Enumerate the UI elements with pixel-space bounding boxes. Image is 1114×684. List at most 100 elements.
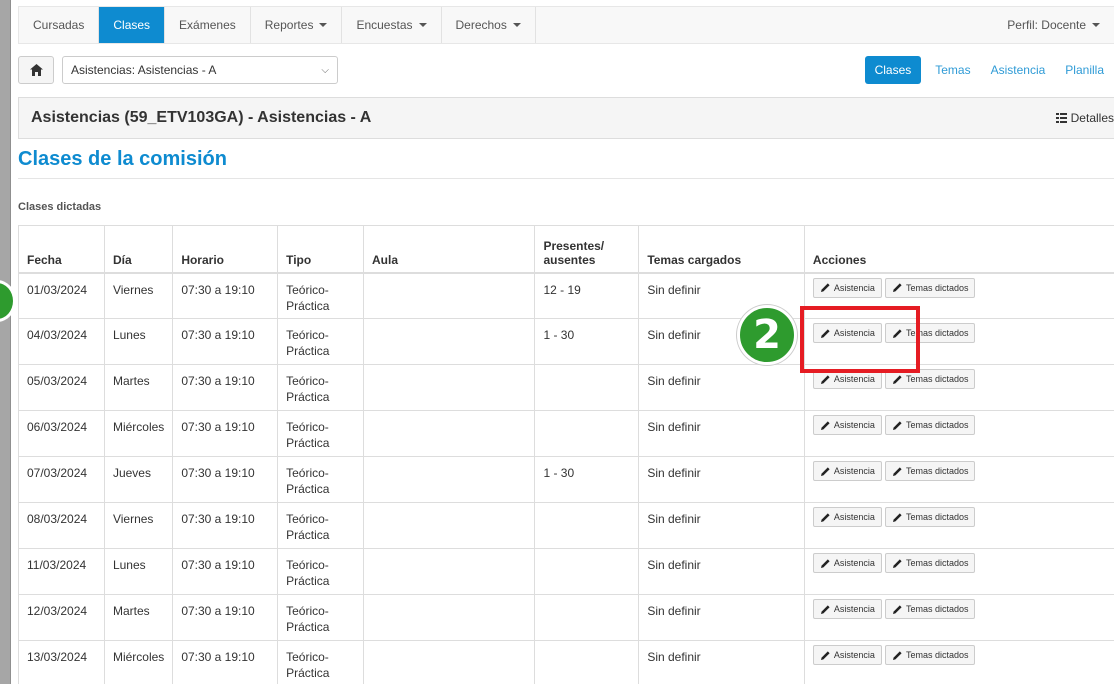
temas-dictados-button[interactable]: Temas dictados: [884, 277, 976, 298]
cell-horario: 07:30 a 19:10: [172, 456, 279, 503]
cell-dia: Martes: [103, 364, 174, 411]
pencil-icon: [892, 420, 902, 430]
tipo-line1: Teórico-: [286, 512, 329, 526]
cell-acciones: Asistencia Temas dictados: [803, 548, 1114, 595]
tipo-line2: Práctica: [286, 390, 330, 404]
asistencia-button[interactable]: Asistencia: [812, 553, 882, 573]
tipo-line1: Teórico-: [286, 420, 329, 434]
cell-presentes: [534, 640, 640, 684]
temas-dictados-label: Temas dictados: [905, 282, 969, 293]
caret-down-icon: [512, 23, 521, 27]
cell-presentes: 1 - 30: [534, 318, 640, 365]
details-label: Detalles: [1070, 111, 1114, 125]
temas-dictados-label: Temas dictados: [905, 420, 969, 430]
tipo-line2: Práctica: [286, 298, 330, 313]
tipo-line1: Teórico-: [286, 604, 329, 618]
pencil-icon: [820, 374, 830, 384]
cell-tipo: Teórico- Práctica: [277, 594, 364, 641]
tipo-line2: Práctica: [286, 482, 330, 496]
tab-planilla[interactable]: Planilla: [1055, 56, 1114, 84]
panel-heading: Asistencias (59_ETV103GA) - Asistencias …: [18, 97, 1114, 139]
section-title: Clases de la comisión: [18, 148, 227, 170]
pencil-icon: [892, 466, 902, 476]
header-temas: Temas cargados: [638, 225, 805, 274]
caret-down-icon: [319, 23, 328, 27]
cell-presentes: [534, 502, 640, 549]
profile-menu[interactable]: Perfil: Docente: [993, 7, 1114, 43]
left-edge-strip: [0, 0, 11, 684]
pencil-icon: [892, 283, 902, 292]
cell-horario: 07:30 a 19:10: [172, 318, 279, 365]
cell-horario: 07:30 a 19:10: [172, 364, 279, 411]
cell-tipo: Teórico- Práctica: [277, 502, 364, 549]
cell-horario: 07:30 a 19:10: [172, 640, 279, 684]
cell-dia: Viernes: [103, 272, 174, 319]
temas-dictados-button[interactable]: Temas dictados: [884, 415, 976, 435]
cell-aula: [362, 456, 536, 503]
temas-dictados-button[interactable]: Temas dictados: [884, 553, 976, 573]
temas-dictados-button[interactable]: Temas dictados: [884, 599, 976, 619]
tipo-line1: Teórico-: [286, 466, 329, 480]
pencil-icon: [820, 650, 830, 660]
tab-asistencia[interactable]: Asistencia: [981, 56, 1056, 84]
cell-aula: [362, 548, 536, 595]
table-row: 13/03/2024 Miércoles 07:30 a 19:10 Teórico-…: [18, 640, 1114, 684]
section-divider: [18, 178, 1114, 179]
tipo-line2: Práctica: [286, 436, 330, 450]
details-button[interactable]: Detalles: [1055, 111, 1114, 125]
profile-label: Perfil: Docente: [1007, 18, 1086, 32]
asistencia-label: Asistencia: [833, 374, 875, 384]
temas-dictados-button[interactable]: Temas dictados: [884, 507, 976, 527]
home-button[interactable]: [18, 56, 54, 84]
comision-select[interactable]: Asistencias: Asistencias - A ⌵: [62, 56, 338, 84]
cell-temas: Sin definir: [638, 640, 805, 684]
asistencia-button[interactable]: Asistencia: [812, 507, 882, 527]
nav-label: Cursadas: [33, 18, 85, 32]
asistencia-button[interactable]: Asistencia: [812, 461, 882, 481]
annotation-marker-left: [0, 280, 16, 322]
nav-clases[interactable]: Clases: [99, 7, 166, 43]
header-presentes: Presentes/ausentes: [534, 225, 640, 274]
cell-presentes: [534, 594, 640, 641]
cell-horario: 07:30 a 19:10: [172, 410, 279, 457]
cell-presentes: 1 - 30: [534, 456, 640, 503]
table-row: 08/03/2024 Viernes 07:30 a 19:10 Teórico- Pr…: [18, 502, 1114, 549]
toolbar: Asistencias: Asistencias - A ⌵ Clases Te…: [18, 54, 1114, 86]
nav-label: Exámenes: [179, 18, 236, 32]
table-row: 12/03/2024 Martes 07:30 a 19:10 Teórico- Prá…: [18, 594, 1114, 641]
pencil-icon: [892, 604, 902, 614]
asistencia-button[interactable]: Asistencia: [812, 415, 882, 435]
tipo-line2: Práctica: [286, 620, 330, 634]
cell-fecha: 13/03/2024: [18, 640, 105, 684]
cell-dia: Miércoles: [103, 410, 174, 457]
cell-acciones: Asistencia Temas dictados: [803, 640, 1114, 684]
table-row: 05/03/2024 Martes 07:30 a 19:10 Teórico- Prá…: [18, 364, 1114, 411]
cell-fecha: 07/03/2024: [18, 456, 105, 503]
annotation-highlight-box: [800, 306, 920, 373]
asistencia-button[interactable]: Asistencia: [812, 277, 882, 298]
temas-dictados-button[interactable]: Temas dictados: [884, 461, 976, 481]
pencil-icon: [892, 374, 902, 384]
nav-examenes[interactable]: Exámenes: [165, 7, 251, 43]
nav-cursadas[interactable]: Cursadas: [19, 7, 100, 43]
asistencia-button[interactable]: Asistencia: [812, 599, 882, 619]
cell-tipo: Teórico- Práctica: [277, 272, 364, 319]
cell-temas: Sin definir: [638, 548, 805, 595]
chevron-down-icon: ⌵: [321, 64, 329, 76]
cell-dia: Martes: [103, 594, 174, 641]
tab-temas[interactable]: Temas: [925, 56, 980, 84]
temas-dictados-button[interactable]: Temas dictados: [884, 645, 976, 665]
cell-fecha: 05/03/2024: [18, 364, 105, 411]
nav-label: Derechos: [455, 18, 507, 32]
asistencia-button[interactable]: Asistencia: [812, 645, 882, 665]
temas-dictados-label: Temas dictados: [905, 604, 969, 614]
nav-encuestas[interactable]: Encuestas: [342, 7, 442, 43]
cell-acciones: Asistencia Temas dictados: [803, 502, 1114, 549]
tipo-line2: Práctica: [286, 666, 330, 680]
tab-clases[interactable]: Clases: [864, 56, 922, 84]
nav-derechos[interactable]: Derechos: [442, 7, 536, 43]
tab-label: Planilla: [1065, 63, 1104, 77]
temas-dictados-label: Temas dictados: [905, 374, 969, 384]
nav-reportes[interactable]: Reportes: [251, 7, 343, 43]
